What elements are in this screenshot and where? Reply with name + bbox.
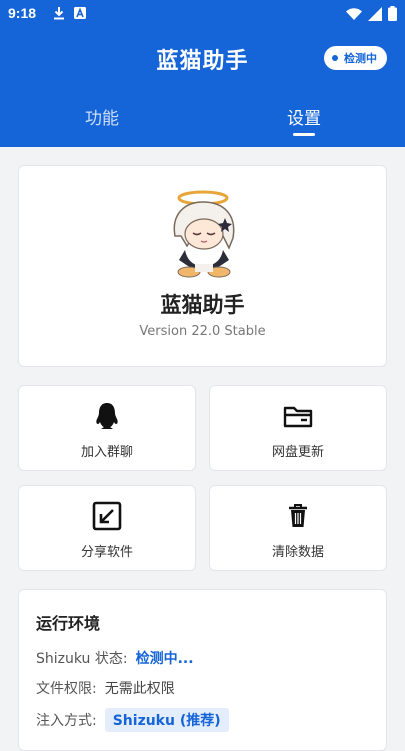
join-group-button[interactable]: 加入群聊 — [18, 385, 196, 471]
tab-settings[interactable]: 设置 — [244, 104, 364, 129]
file-permission-value: 无需此权限 — [104, 681, 175, 697]
tab-functions[interactable]: 功能 — [42, 104, 162, 129]
injection-method-row: 注入方式: Shizuku (推荐) — [36, 708, 229, 732]
app-version: Version 22.0 Stable — [139, 324, 266, 339]
wifi-icon — [346, 7, 362, 24]
about-card: 蓝猫助手 Version 22.0 Stable — [18, 165, 387, 367]
status-time: 9:18 — [8, 5, 37, 21]
detecting-status-chip[interactable]: 检测中 — [324, 46, 387, 70]
share-arrow-icon — [91, 500, 123, 532]
tab-indicator — [293, 133, 315, 136]
cloud-update-button[interactable]: 网盘更新 — [209, 385, 387, 471]
detecting-chip-label: 检测中 — [344, 52, 377, 65]
download-icon — [52, 6, 66, 24]
mascot-avatar-icon — [165, 188, 243, 280]
shizuku-status-value: 检测中... — [135, 651, 194, 667]
signal-icon — [368, 6, 382, 25]
a-box-icon — [74, 7, 86, 23]
cloud-update-label: 网盘更新 — [271, 445, 324, 460]
runtime-environment-card: 运行环境 Shizuku 状态: 检测中... 文件权限: 无需此权限 注入方式: S… — [18, 589, 387, 751]
file-permission-row: 文件权限: 无需此权限 — [36, 678, 175, 698]
injection-method-chip[interactable]: Shizuku (推荐) — [104, 708, 229, 732]
status-dot-icon — [332, 55, 338, 61]
shizuku-status-label: Shizuku 状态: — [36, 651, 128, 667]
share-app-label: 分享软件 — [80, 545, 133, 560]
environment-title: 运行环境 — [36, 614, 101, 633]
qq-penguin-icon — [91, 400, 123, 432]
file-permission-label: 文件权限: — [36, 681, 97, 697]
app-header: 9:18 蓝猫助手 检测中 功能 设置 — [0, 0, 405, 147]
join-group-label: 加入群聊 — [80, 445, 133, 460]
share-app-button[interactable]: 分享软件 — [18, 485, 196, 571]
clear-data-label: 清除数据 — [271, 545, 324, 560]
status-bar: 9:18 — [0, 0, 405, 28]
app-name: 蓝猫助手 — [160, 293, 245, 317]
tab-bar: 功能 设置 — [0, 100, 405, 147]
injection-method-label: 注入方式: — [36, 713, 97, 729]
shizuku-status-row: Shizuku 状态: 检测中... — [36, 648, 194, 668]
folder-icon — [282, 400, 314, 432]
clear-data-button[interactable]: 清除数据 — [209, 485, 387, 571]
battery-icon — [388, 6, 397, 25]
trash-icon — [282, 500, 314, 532]
